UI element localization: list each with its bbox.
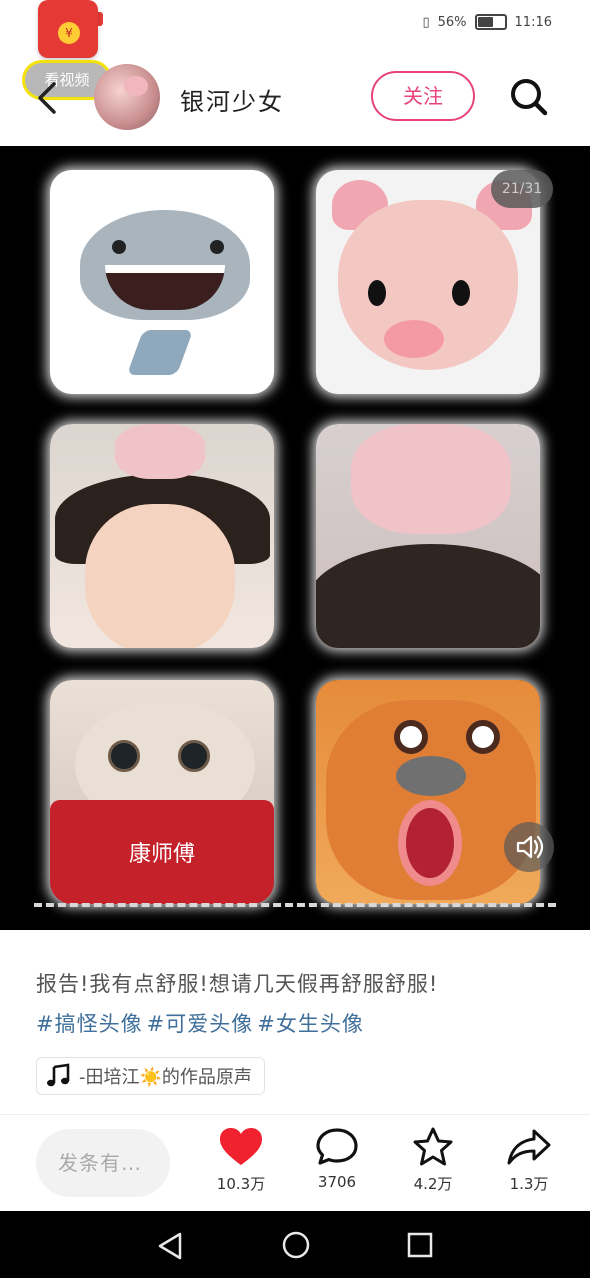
image-tile-girl	[50, 424, 274, 648]
music-label: -田培江☀️的作品原声	[79, 1067, 252, 1088]
media-viewer[interactable]: 康师傅 21/31	[0, 146, 590, 930]
battery-icon	[474, 14, 507, 30]
share-arrow-icon	[507, 1129, 551, 1165]
face-shape	[85, 504, 235, 648]
comment-count: 3706	[317, 1173, 357, 1191]
image-tile-shark	[50, 170, 274, 394]
toy-shape	[115, 424, 205, 479]
clock: 11:16	[514, 14, 552, 30]
hair-shape	[316, 544, 540, 648]
cat-eye	[178, 740, 210, 772]
nav-home-icon[interactable]	[280, 1229, 312, 1261]
pig-eye	[452, 280, 470, 306]
image-progress-indicator	[34, 903, 556, 907]
follow-button[interactable]: 关注	[371, 71, 475, 121]
nav-recent-icon[interactable]	[406, 1231, 434, 1259]
shark-eye	[112, 240, 126, 254]
shark-eye	[210, 240, 224, 254]
music-note-icon	[47, 1063, 70, 1087]
pig-snout	[384, 320, 444, 358]
comment-icon	[316, 1128, 358, 1165]
share-count: 1.3万	[509, 1175, 549, 1193]
hashtag-row: #搞怪头像 #可爱头像 #女生头像	[36, 1008, 364, 1038]
image-tile-pig-toy	[316, 424, 540, 648]
pig-eye	[368, 280, 386, 306]
bear-eye	[394, 720, 428, 754]
avatar-toy	[124, 76, 148, 96]
post-header: 银河少女 关注	[0, 48, 590, 144]
post-caption: 报告!我有点舒服!想请几天假再舒服舒服!	[36, 972, 439, 996]
hashtag-link[interactable]: #搞怪头像	[36, 1008, 143, 1038]
bear-mouth	[398, 800, 462, 886]
bear-eye	[466, 720, 500, 754]
status-right: ▯ 56% 11:16	[422, 14, 552, 30]
page-indicator: 21/31	[491, 170, 553, 208]
volume-button[interactable]	[504, 822, 554, 872]
favorite-count: 4.2万	[413, 1175, 453, 1193]
like-button[interactable]: 10.3万	[206, 1127, 276, 1194]
comment-input[interactable]: 发条有…	[36, 1129, 170, 1197]
comment-button[interactable]: 3706	[302, 1127, 372, 1191]
heart-icon	[220, 1128, 262, 1165]
battery-fill	[477, 17, 493, 27]
system-nav-bar	[0, 1211, 590, 1278]
vibrate-icon: ▯	[422, 14, 430, 30]
image-tile-cat: 康师傅	[50, 680, 274, 904]
hashtag-link[interactable]: #可爱头像	[147, 1008, 254, 1038]
toy-shape	[351, 424, 511, 534]
cat-eye	[108, 740, 140, 772]
favorite-button[interactable]: 4.2万	[398, 1127, 468, 1194]
like-count: 10.3万	[216, 1175, 266, 1193]
shark-fin	[126, 330, 194, 375]
noodle-cup: 康师傅	[50, 800, 274, 904]
search-icon[interactable]	[508, 76, 548, 116]
music-chip[interactable]: -田培江☀️的作品原声	[36, 1057, 265, 1095]
hashtag-link[interactable]: #女生头像	[257, 1008, 364, 1038]
bear-nose	[396, 756, 466, 796]
share-button[interactable]: 1.3万	[494, 1127, 564, 1194]
action-bar: 发条有… 10.3万 3706 4.2万 1.3万	[0, 1115, 590, 1211]
cup-text: 康师傅	[128, 842, 195, 867]
volume-icon	[516, 835, 544, 859]
star-icon	[413, 1127, 453, 1166]
battery-percent: 56%	[437, 14, 467, 30]
nav-back-icon[interactable]	[156, 1231, 184, 1261]
avatar[interactable]	[94, 64, 160, 130]
coin-icon: ¥	[58, 22, 80, 44]
username[interactable]: 银河少女	[180, 82, 284, 117]
back-arrow-icon[interactable]	[28, 78, 68, 118]
